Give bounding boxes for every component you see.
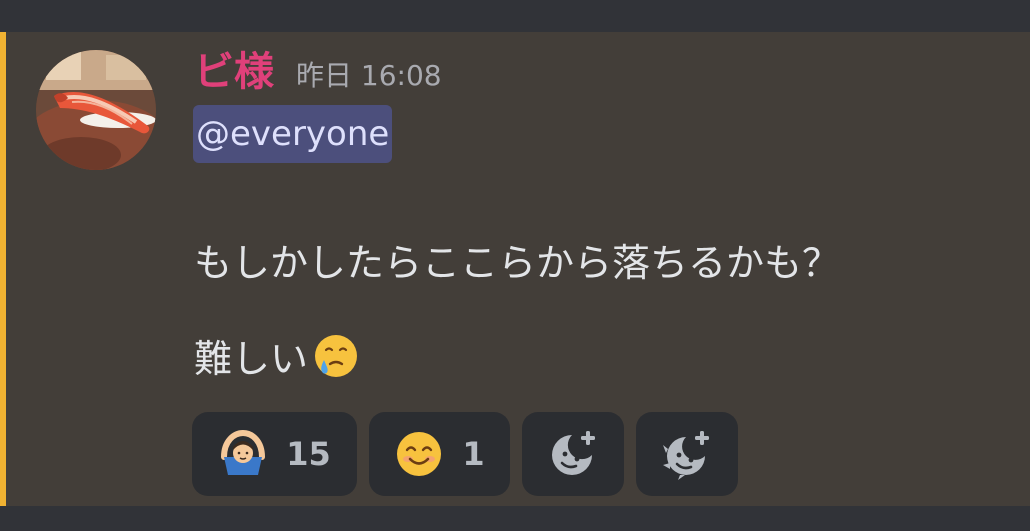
top-bar (0, 0, 1030, 32)
author-name[interactable]: ビ様 (194, 42, 274, 102)
add-reaction-button[interactable] (522, 412, 624, 496)
person-gesturing-ok-icon (221, 429, 266, 475)
reaction-smiling-face[interactable]: 1 (369, 412, 510, 496)
avatar[interactable] (36, 50, 156, 170)
face-holding-back-tears-icon (315, 334, 358, 377)
reaction-person-gesturing-ok[interactable]: 15 (192, 412, 357, 496)
bottom-bar (0, 506, 1030, 531)
reaction-count: 15 (286, 435, 331, 473)
chat-message[interactable]: ビ様 昨日 16:08 @everyone もしかしたらここらから落ちるかも？ … (0, 32, 1030, 506)
reaction-count: 1 (462, 435, 485, 473)
reactions-bar: 15 1 (192, 412, 738, 496)
everyone-mention[interactable]: @everyone (193, 105, 393, 163)
add-reaction-icon (552, 431, 595, 475)
message-header: ビ様 昨日 16:08 (194, 42, 442, 102)
timestamp[interactable]: 昨日 16:08 (296, 54, 442, 94)
smiling-face-icon (397, 432, 442, 476)
mention-highlight-bar (0, 32, 6, 506)
message-line-2: 難しい (194, 328, 360, 383)
message-line-1: もしかしたらここらから落ちるかも？ (194, 241, 841, 285)
add-super-reaction-button[interactable] (636, 412, 738, 496)
message-line-2-text: 難しい (194, 337, 309, 381)
avatar-image (36, 50, 156, 170)
add-super-reaction-icon (663, 431, 709, 480)
